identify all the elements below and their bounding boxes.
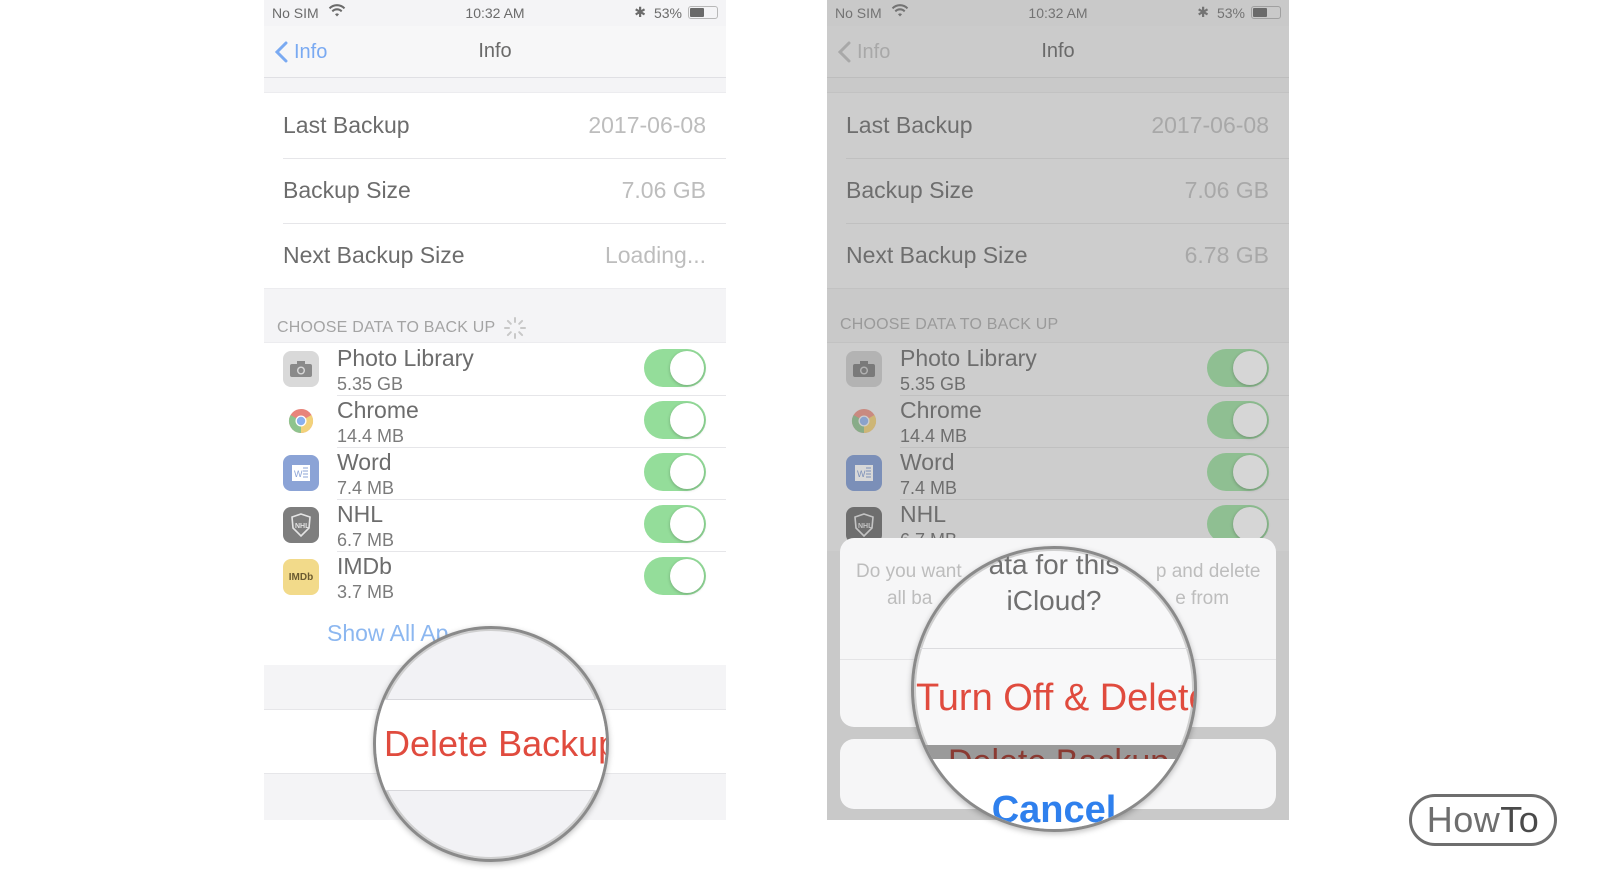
app-row-photo-library: Photo Library 5.35 GB: [827, 343, 1289, 395]
bluetooth-icon: ✱: [1197, 4, 1209, 20]
app-name: Word: [900, 449, 955, 475]
backup-toggle[interactable]: [644, 401, 706, 439]
app-row-nhl: NHL NHL 6.7 MB: [264, 499, 726, 551]
backup-toggle[interactable]: [1207, 453, 1269, 491]
cancel-button[interactable]: Cancel: [914, 789, 1194, 829]
app-name: Photo Library: [900, 345, 1037, 371]
bluetooth-icon: ✱: [634, 4, 646, 20]
app-row-imdb: IMDb IMDb 3.7 MB: [264, 551, 726, 603]
app-list: Photo Library 5.35 GB Chrome 14.4 MB W W…: [264, 342, 726, 613]
howto-logo: How To: [1409, 794, 1557, 846]
battery-percent: 53%: [653, 5, 682, 21]
app-row-word: W Word 7.4 MB: [827, 447, 1289, 499]
alert-question-partial: ata for this: [988, 549, 1120, 580]
backup-toggle[interactable]: [1207, 349, 1269, 387]
app-size: 3.7 MB: [337, 582, 395, 602]
info-label: Last Backup: [283, 112, 410, 138]
app-name: Chrome: [900, 397, 982, 423]
chrome-icon: [846, 403, 882, 439]
app-row-word: W Word 7.4 MB: [264, 447, 726, 499]
imdb-icon: IMDb: [283, 559, 319, 595]
info-value: Loading...: [604, 242, 706, 268]
app-size: 5.35 GB: [900, 374, 967, 394]
section-header-text: CHOOSE DATA TO BACK UP: [840, 316, 1059, 333]
info-value: 6.78 GB: [1184, 242, 1269, 268]
magnifier-turn-off-delete: ata for this iCloud? Turn Off & Delete D…: [911, 546, 1197, 832]
app-name: NHL: [900, 501, 947, 527]
status-bar: No SIM 10:32 AM ✱ 53%: [827, 0, 1289, 26]
delete-backup-button[interactable]: Delete Backup: [384, 723, 606, 765]
word-icon: W: [283, 455, 319, 491]
info-value: 2017-06-08: [1151, 112, 1269, 138]
info-row-last-backup: Last Backup 2017-06-08: [827, 93, 1289, 158]
backup-toggle[interactable]: [644, 453, 706, 491]
battery-icon: [1251, 6, 1281, 19]
word-icon: W: [846, 455, 882, 491]
nhl-icon: NHL: [283, 507, 319, 543]
info-label: Next Backup Size: [846, 242, 1028, 268]
info-row-next-backup-size: Next Backup Size Loading...: [264, 223, 726, 288]
loading-spinner-icon: [504, 317, 527, 339]
camera-icon: [846, 351, 882, 387]
app-name: IMDb: [337, 553, 392, 579]
info-label: Backup Size: [283, 177, 411, 203]
app-size: 5.35 GB: [337, 374, 404, 394]
svg-text:NHL: NHL: [295, 523, 310, 530]
info-label: Next Backup Size: [283, 242, 465, 268]
app-size: 7.4 MB: [337, 478, 395, 498]
app-size: 14.4 MB: [900, 426, 968, 446]
app-row-chrome: Chrome 14.4 MB: [264, 395, 726, 447]
logo-to-text: To: [1500, 799, 1540, 840]
backup-info-group: Last Backup 2017-06-08 Backup Size 7.06 …: [827, 92, 1289, 289]
section-header: CHOOSE DATA TO BACK UP: [277, 316, 527, 340]
delete-backup-row-behind: Delete Backup: [914, 745, 1194, 759]
info-row-last-backup: Last Backup 2017-06-08: [264, 93, 726, 158]
turn-off-delete-button[interactable]: Turn Off & Delete: [916, 677, 1194, 720]
info-row-backup-size: Backup Size 7.06 GB: [264, 158, 726, 223]
app-list: Photo Library 5.35 GB Chrome 14.4 MB W W…: [827, 342, 1289, 551]
battery-icon: [688, 6, 718, 19]
info-row-backup-size: Backup Size 7.06 GB: [827, 158, 1289, 223]
info-value: 7.06 GB: [1184, 177, 1269, 203]
info-value: 2017-06-08: [588, 112, 706, 138]
backup-toggle[interactable]: [644, 505, 706, 543]
camera-icon: [283, 351, 319, 387]
app-size: 6.7 MB: [337, 530, 395, 550]
app-row-chrome: Chrome 14.4 MB: [827, 395, 1289, 447]
svg-text:NHL: NHL: [858, 523, 873, 530]
app-name: Photo Library: [337, 345, 474, 371]
app-name: Word: [337, 449, 392, 475]
navigation-bar: Info Info: [827, 26, 1289, 78]
status-bar: No SIM 10:32 AM ✱ 53%: [264, 0, 726, 26]
page-title: Info: [478, 40, 512, 62]
app-row-photo-library: Photo Library 5.35 GB: [264, 343, 726, 395]
logo-how-text: How: [1426, 799, 1501, 840]
backup-info-group: Last Backup 2017-06-08 Backup Size 7.06 …: [264, 92, 726, 289]
app-size: 7.4 MB: [900, 478, 958, 498]
app-size: 14.4 MB: [337, 426, 405, 446]
backup-toggle[interactable]: [644, 349, 706, 387]
info-row-next-backup-size: Next Backup Size 6.78 GB: [827, 223, 1289, 288]
backup-toggle[interactable]: [644, 557, 706, 595]
battery-percent: 53%: [1216, 5, 1245, 21]
svg-text:W: W: [857, 469, 866, 479]
app-name: NHL: [337, 501, 384, 527]
navigation-bar: Info Info: [264, 26, 726, 78]
section-header-text: CHOOSE DATA TO BACK UP: [277, 319, 496, 336]
chrome-icon: [283, 403, 319, 439]
delete-backup-label: Delete Backup: [948, 745, 1169, 759]
backup-toggle[interactable]: [1207, 401, 1269, 439]
alert-question-end: iCloud?: [1006, 585, 1102, 616]
magnifier-delete-backup: Delete Backup: [373, 626, 609, 862]
app-name: Chrome: [337, 397, 419, 423]
info-label: Backup Size: [846, 177, 974, 203]
section-header: CHOOSE DATA TO BACK UP: [840, 316, 1058, 334]
page-title: Info: [1041, 40, 1075, 62]
info-label: Last Backup: [846, 112, 973, 138]
svg-text:W: W: [294, 469, 303, 479]
info-value: 7.06 GB: [621, 177, 706, 203]
